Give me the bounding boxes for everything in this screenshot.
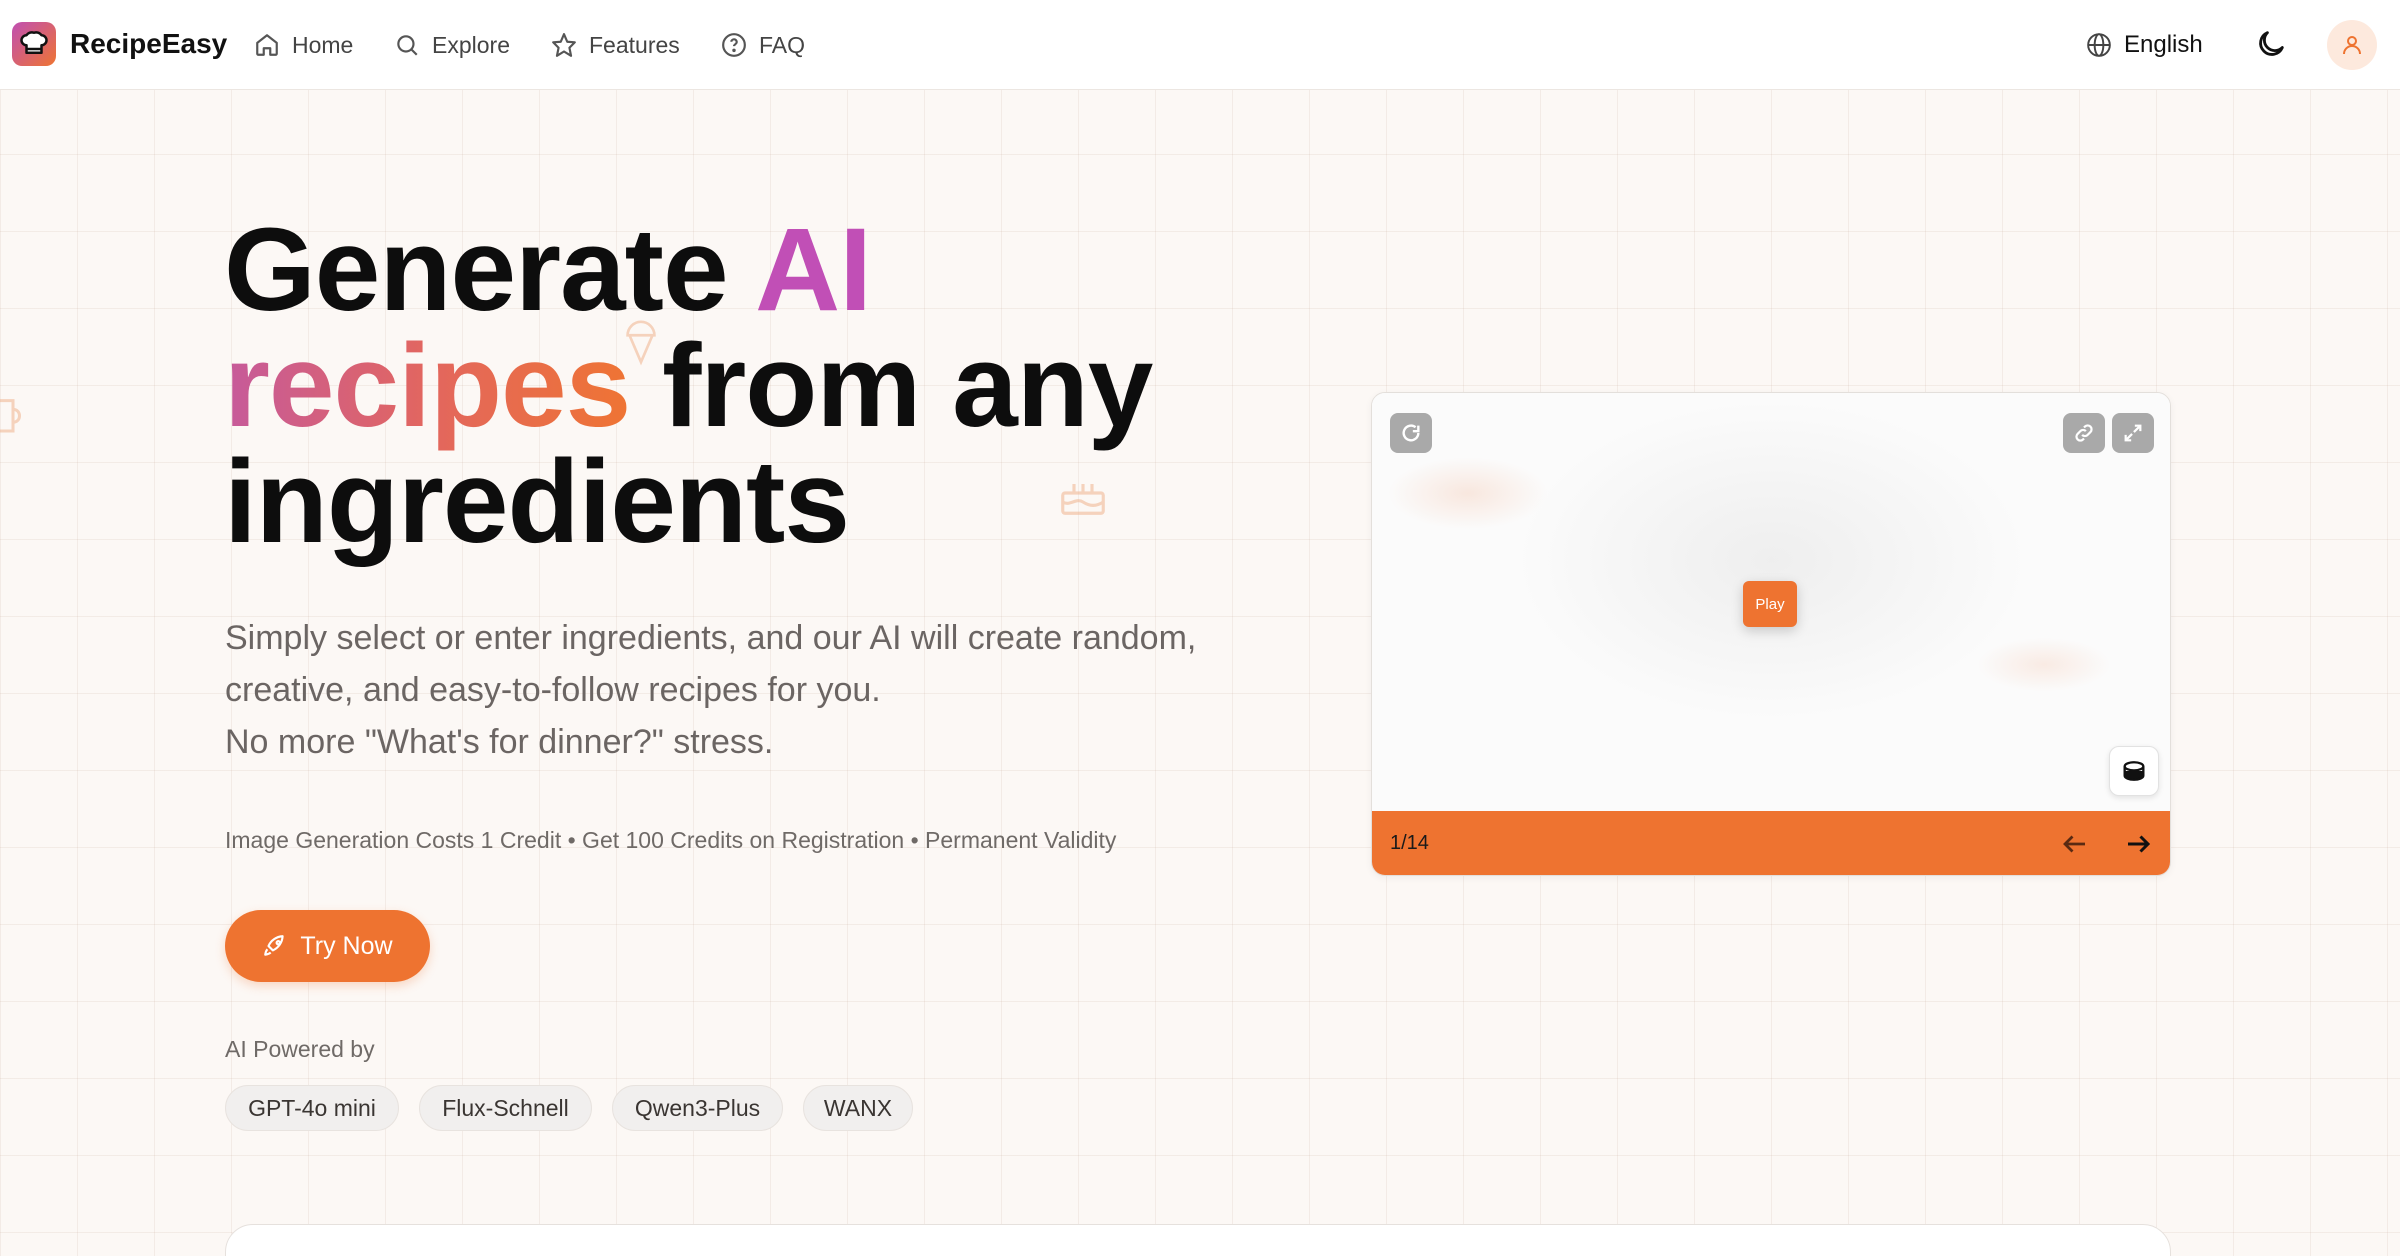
user-icon: [2343, 36, 2361, 55]
hero-subtitle-line1: Simply select or enter ingredients, and …: [225, 619, 1197, 657]
hero-title-part3: ingredients: [224, 436, 850, 568]
model-chip-flux-schnell: Flux-Schnell: [419, 1085, 592, 1131]
hero-subtitle: Simply select or enter ingredients, and …: [225, 612, 1245, 768]
expand-icon: [2124, 424, 2142, 442]
nav-home-label: Home: [292, 31, 354, 58]
hero-subtitle-line2: creative, and easy-to-follow recipes for…: [225, 671, 881, 709]
recipe-preview-card: Play 1/14: [1371, 392, 2171, 876]
rocket-icon: [264, 935, 285, 956]
theme-toggle-button[interactable]: [2254, 27, 2288, 61]
home-icon: [256, 34, 278, 56]
brand-name[interactable]: RecipeEasy: [70, 28, 227, 60]
previous-slide-button[interactable]: [2059, 829, 2091, 859]
star-icon: [552, 33, 576, 57]
nav-features-label: Features: [589, 31, 680, 58]
language-label: English: [2124, 31, 2203, 58]
user-avatar-button[interactable]: [2327, 20, 2377, 70]
hero-title-recipes: recipes: [224, 320, 631, 452]
link-icon: [2075, 424, 2093, 442]
slide-counter: 1/14: [1390, 832, 1429, 854]
hero-title: Generate AI recipes from any ingredients: [224, 211, 1324, 561]
arrow-right-icon: [2128, 835, 2151, 853]
language-selector[interactable]: English: [2086, 27, 2203, 63]
hero-title-part1: Generate: [224, 204, 755, 336]
refresh-button[interactable]: [1390, 413, 1432, 453]
nav-explore[interactable]: Explore: [394, 27, 510, 63]
next-slide-button[interactable]: [2122, 829, 2154, 859]
ai-powered-label: AI Powered by: [225, 1036, 375, 1062]
model-chip-wanx: WANX: [803, 1085, 913, 1131]
hero-title-part2: from any: [630, 320, 1153, 452]
nav-faq-label: FAQ: [759, 31, 806, 58]
arrow-left-icon: [2063, 835, 2085, 853]
model-chip-gpt4o-mini: GPT-4o mini: [225, 1085, 399, 1131]
top-navbar: RecipeEasy Home Explore Features FAQ Eng…: [0, 0, 2400, 90]
chef-hat-logo-icon[interactable]: [12, 22, 56, 66]
refresh-icon: [1402, 424, 1420, 442]
search-icon: [397, 35, 418, 56]
generator-panel: [225, 1224, 2171, 1256]
play-button[interactable]: Play: [1743, 581, 1797, 627]
fullscreen-button[interactable]: [2112, 413, 2154, 453]
hero-subtitle-line3: No more "What's for dinner?" stress.: [225, 723, 774, 761]
preview-controls-bar: 1/14: [1372, 811, 2170, 875]
nav-features[interactable]: Features: [551, 27, 680, 63]
help-circle-icon: [722, 33, 746, 57]
nav-faq[interactable]: FAQ: [721, 27, 805, 63]
nav-home[interactable]: Home: [254, 27, 353, 63]
globe-icon: [2087, 33, 2111, 57]
cup-deco-icon: [0, 399, 21, 433]
try-now-button[interactable]: Try Now: [225, 910, 430, 982]
credits-info: Image Generation Costs 1 Credit • Get 10…: [225, 827, 1117, 853]
model-chip-qwen3-plus: Qwen3-Plus: [612, 1085, 783, 1131]
coin-stack-button[interactable]: [2109, 746, 2159, 796]
coin-stack-icon: [2123, 761, 2145, 781]
try-now-label: Try Now: [300, 931, 393, 960]
moon-icon: [2259, 31, 2284, 56]
nav-explore-label: Explore: [432, 31, 510, 58]
hero-title-ai: AI: [755, 204, 872, 336]
copy-link-button[interactable]: [2063, 413, 2105, 453]
